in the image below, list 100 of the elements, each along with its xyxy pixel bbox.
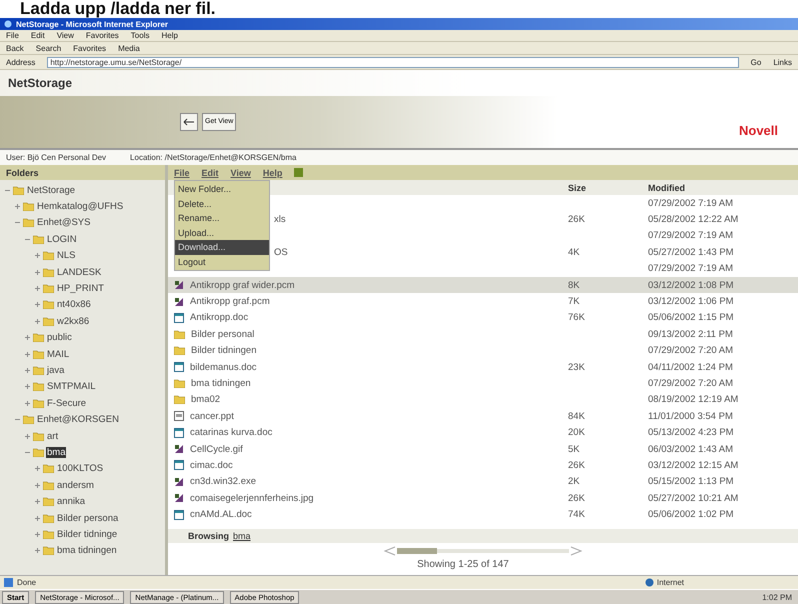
file-modified: 05/06/2002 1:02 PM [648,509,734,520]
file-row[interactable]: Antikropp graf wider.pcm 8K 03/12/2002 1:08 PM [168,276,798,294]
tree-item[interactable]: F-Secure [46,398,88,409]
tree-item[interactable]: NetStorage [26,184,76,196]
plus-icon[interactable] [34,498,41,506]
menu-item[interactable]: Edit [30,31,45,40]
file-row[interactable]: 07/29/2002 7:19 AM [274,260,798,277]
menu-item[interactable]: View [56,31,74,40]
address-field[interactable]: http://netstorage.umu.se/NetStorage/ [47,56,739,68]
toolbar-button[interactable]: Media [118,44,140,52]
plus-icon[interactable] [14,203,21,210]
tree-item[interactable]: Enhet@KORSGEN [36,414,120,426]
tree-item[interactable]: andersm [56,480,95,491]
plus-icon[interactable] [24,400,31,407]
plus-icon[interactable] [24,383,31,390]
folder-icon [33,382,44,392]
file-row[interactable]: Antikropp graf.pcm 7K 03/12/2002 1:06 PM [168,293,798,310]
file-row[interactable]: 07/29/2002 7:19 AM [274,228,798,244]
menu-item[interactable]: File [174,168,190,178]
tree-item[interactable]: MAIL [46,348,70,360]
file-row[interactable]: catarinas kurva.doc 20K 05/13/2002 4:23 PM [168,424,798,441]
go-button[interactable]: Go [750,58,762,66]
file-row[interactable]: Bilder tidningen 07/29/2002 7:20 AM [168,342,798,359]
folder-icon [174,378,185,388]
file-row[interactable]: Bilder personal 09/13/2002 2:11 PM [168,326,798,343]
plus-icon[interactable] [34,285,41,292]
file-row[interactable]: comaisegelerjennferheins.jpg 26K 05/27/2002 10:21 AM [168,490,798,506]
plus-icon[interactable] [34,268,41,276]
menu-entry[interactable]: Rename... [175,211,269,226]
file-modified: 05/13/2002 4:23 PM [648,427,734,438]
tree-item[interactable]: Bilder persona [56,512,120,524]
menu-item[interactable]: Help [161,31,178,40]
tree-item[interactable]: w2kx86 [56,316,90,327]
tree-item[interactable]: LANDESK [56,266,102,278]
plus-icon[interactable] [24,366,31,374]
file-row[interactable]: cnAMd.AL.doc 74K 05/06/2002 1:02 PM [168,506,798,523]
tree-item[interactable]: 100KLTOS [56,463,104,474]
tree-item[interactable]: annika [56,496,86,508]
tree-item[interactable]: LOGIN [46,234,78,245]
file-row[interactable]: 07/29/2002 7:19 AM [274,195,798,212]
tree-item[interactable]: art [46,430,60,442]
file-row[interactable]: cn3d.win32.exe 2K 05/15/2002 1:13 PM [168,474,798,490]
file-modified: 05/28/2002 12:22 AM [648,214,738,226]
tree-item[interactable]: Bilder tidninge [56,528,118,540]
tree-item[interactable]: Enhet@SYS [36,217,92,228]
tree-item[interactable]: bma [46,446,66,458]
tree-item[interactable]: public [46,332,73,344]
menu-entry[interactable]: New Folder... [175,182,269,196]
tree-item[interactable]: HP_PRINT [56,283,105,294]
plus-icon[interactable] [34,318,41,325]
menu-entry[interactable]: Download... [175,240,269,254]
menu-item[interactable]: View [230,168,251,178]
file-row[interactable]: bma02 08/19/2002 12:19 AM [168,392,798,408]
menu-entry[interactable]: Logout [175,254,269,269]
plus-icon[interactable] [34,252,41,260]
plus-icon[interactable] [34,465,41,472]
file-row[interactable]: cimac.doc 26K 03/12/2002 12:15 AM [168,457,798,474]
plus-icon[interactable] [34,530,41,538]
folder-link[interactable]: bma [233,530,251,541]
plus-icon[interactable] [34,547,41,554]
tree-item[interactable]: bma tidningen [56,545,118,556]
scroll-slider-icon[interactable] [383,546,583,556]
menu-entry[interactable]: Delete... [175,196,269,211]
tree-item[interactable]: Hemkatalog@UFHS [36,201,124,212]
file-row[interactable]: bildemanus.doc 23K 04/11/2002 1:24 PM [168,358,798,376]
file-name: Antikropp graf wider.pcm [190,280,295,291]
column-heading[interactable]: Size [568,182,648,192]
menu-item[interactable]: Favorites [86,31,119,40]
plus-icon[interactable] [34,482,41,489]
file-row[interactable]: cancer.ppt 84K 11/01/2000 3:54 PM [168,408,798,424]
menu-item[interactable]: Help [262,168,282,178]
file-row[interactable]: xls 26K 05/28/2002 12:22 AM [274,211,798,228]
column-heading[interactable]: Modified [648,182,798,192]
folder-icon [174,346,185,356]
file-row[interactable]: OS 4K 05/27/2002 1:43 PM [274,244,798,261]
file-modified: 07/29/2002 7:19 AM [648,263,734,274]
menu-entry[interactable]: Upload... [175,226,269,240]
toolbar-button[interactable]: Back [6,44,24,52]
tree-item[interactable]: nt40x86 [56,299,92,310]
menu-item[interactable]: File [6,31,19,40]
file-row[interactable]: Antikropp.doc 76K 05/06/2002 1:15 PM [168,310,798,326]
tree-item[interactable]: SMTPMAIL [46,381,97,392]
plus-icon[interactable] [24,334,31,342]
toolbar-button[interactable]: Favorites [73,44,106,52]
file-size: 7K [568,296,580,308]
plus-icon[interactable] [34,514,41,522]
folder-icon [33,234,44,244]
plus-icon[interactable] [34,301,41,308]
file-size: 74K [568,509,585,520]
tree-item[interactable]: java [46,364,66,376]
toolbar-button[interactable]: Search [36,44,62,52]
plus-icon[interactable] [24,432,31,440]
menu-item[interactable]: Tools [130,31,150,40]
plus-icon[interactable] [24,350,31,358]
menu-item[interactable]: Edit [202,168,219,178]
file-size: 26K [568,214,585,226]
links-button[interactable]: Links [773,58,792,66]
tree-item[interactable]: NLS [56,250,76,262]
file-row[interactable]: CellCycle.gif 5K 06/03/2002 1:43 AM [168,440,798,458]
file-row[interactable]: bma tidningen 07/29/2002 7:20 AM [168,375,798,392]
